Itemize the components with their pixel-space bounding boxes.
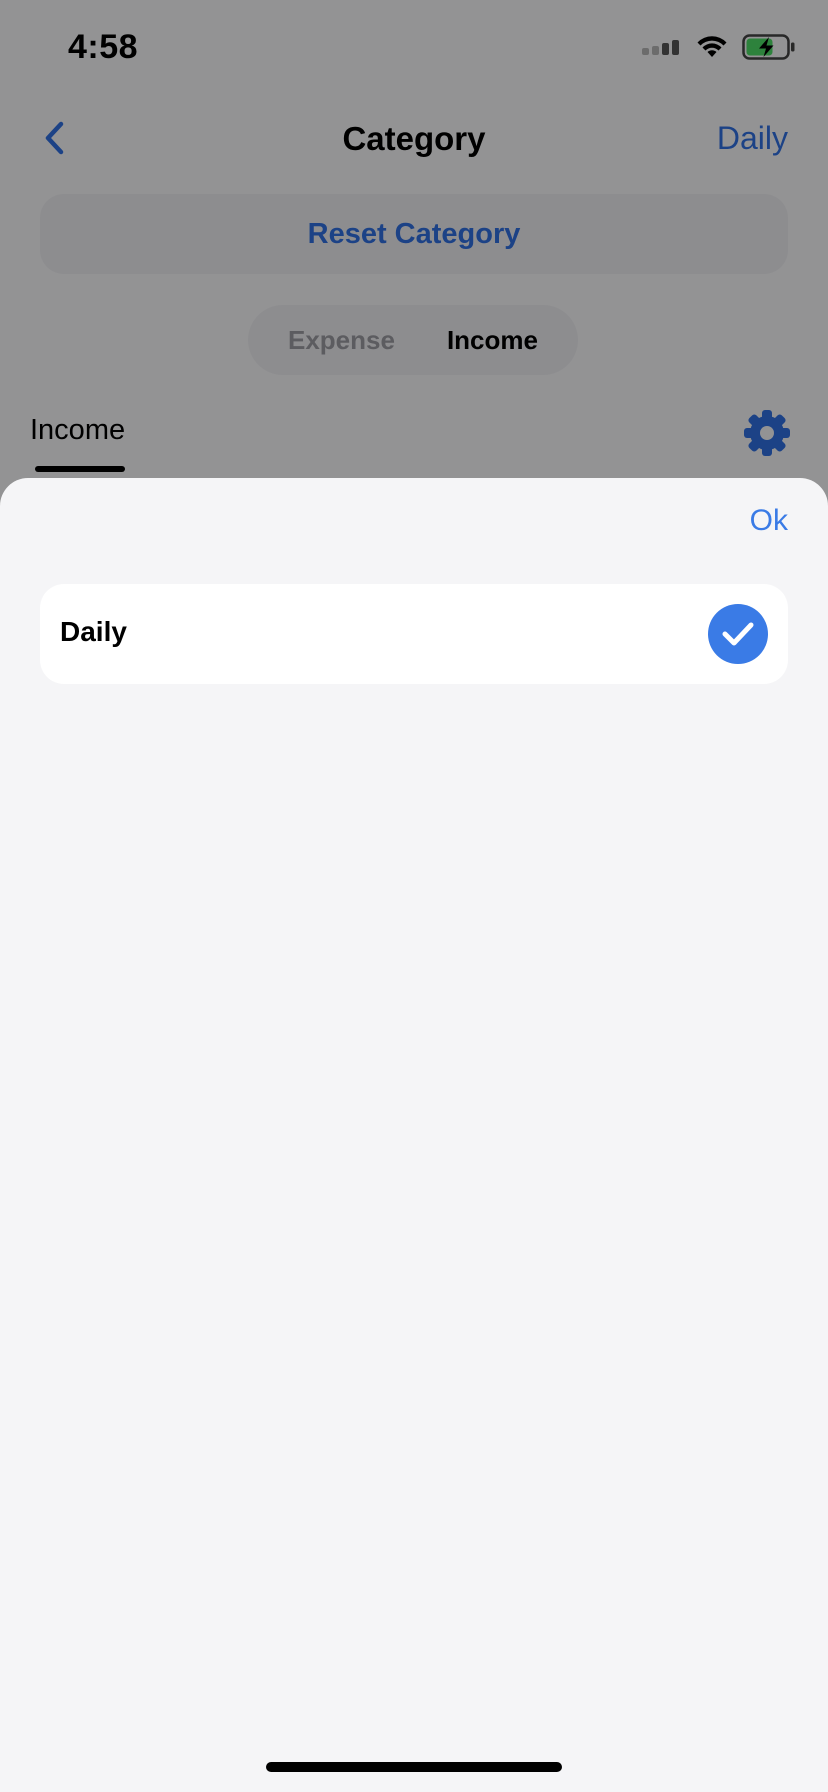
period-picker-sheet: Ok Daily <box>0 478 828 1792</box>
option-daily[interactable]: Daily <box>40 584 788 684</box>
ok-button[interactable]: Ok <box>750 504 788 538</box>
option-label: Daily <box>60 616 127 647</box>
home-indicator[interactable] <box>266 1762 562 1772</box>
checkmark-circle-icon <box>708 604 768 664</box>
screen: 4:58 Category Daily Reset Category Expen… <box>0 0 828 1792</box>
